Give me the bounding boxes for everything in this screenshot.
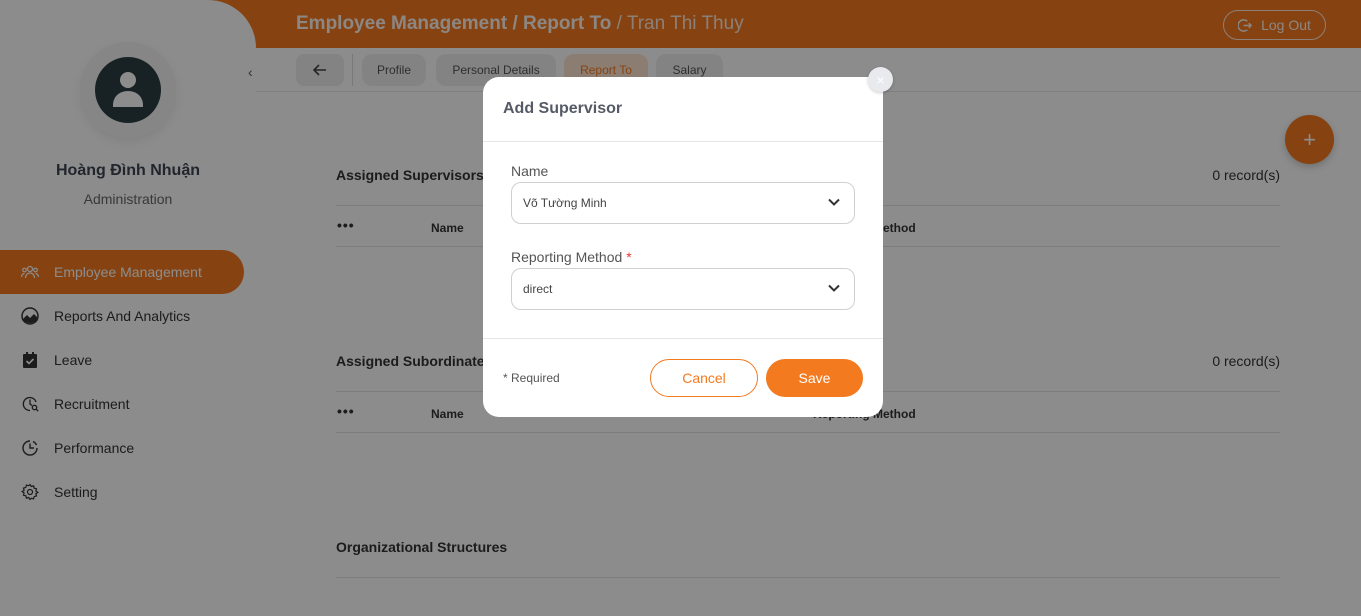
add-supervisor-dialog: × Add Supervisor Name Võ Tường Minh Repo… <box>483 67 893 417</box>
divider <box>483 338 883 339</box>
reporting-method-label-text: Reporting Method <box>511 249 623 265</box>
name-label: Name <box>511 163 549 179</box>
reporting-method-label: Reporting Method * <box>511 249 632 265</box>
chevron-down-icon <box>828 284 840 292</box>
required-marker: * <box>626 249 632 265</box>
cancel-button[interactable]: Cancel <box>650 359 758 397</box>
divider <box>483 141 883 142</box>
dialog-title: Add Supervisor <box>503 100 623 117</box>
required-note: * Required <box>503 371 560 385</box>
save-button[interactable]: Save <box>766 359 863 397</box>
reporting-method-select[interactable]: direct <box>511 268 855 310</box>
chevron-down-icon <box>828 198 840 206</box>
reporting-method-value: direct <box>523 282 553 296</box>
close-icon[interactable]: × <box>868 67 893 92</box>
name-select[interactable]: Võ Tường Minh <box>511 182 855 224</box>
name-select-value: Võ Tường Minh <box>523 196 607 210</box>
